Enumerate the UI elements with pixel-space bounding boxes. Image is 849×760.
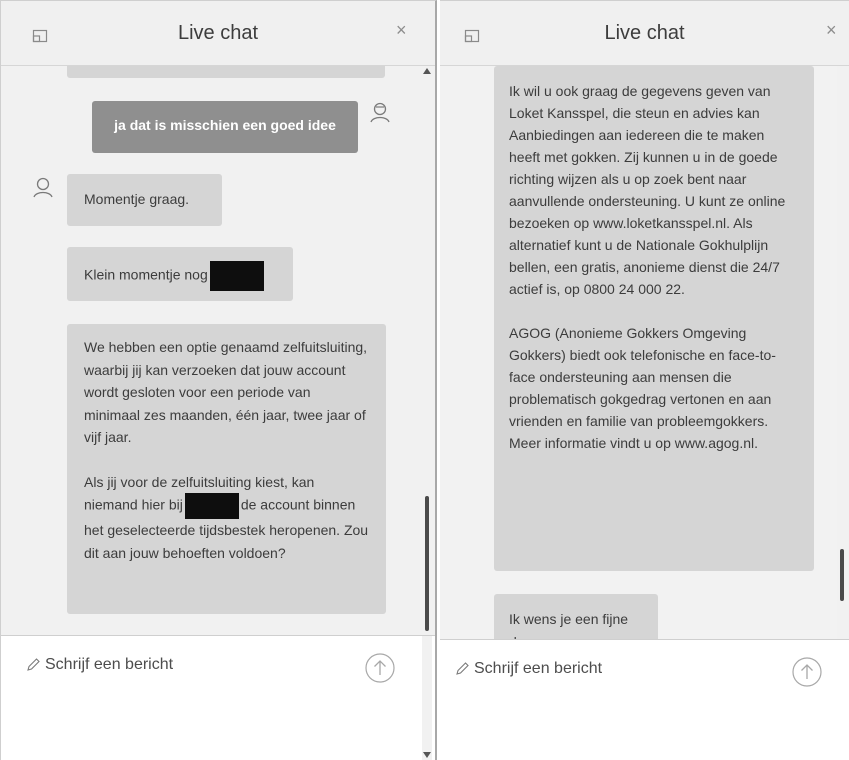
agent-message-bubble: Ik wil u ook graag de gegevens geven van… [494, 66, 814, 571]
agent-message-text: Momentje graag. [84, 191, 190, 207]
scrollbar[interactable] [421, 66, 433, 636]
chat-window-left: Live chat × ja dat is misschien een goed… [0, 0, 437, 760]
agent-message-text: We hebben een optie genaamd zelfuitsluit… [84, 339, 368, 445]
agent-message-text: Klein momentje nog [84, 266, 208, 283]
agent-message-text: Ik wil u ook graag de gegevens geven van… [509, 83, 786, 297]
close-icon[interactable]: × [396, 21, 407, 39]
scrollbar-thumb[interactable] [840, 549, 844, 601]
agent-message-text: AGOG (Anonieme Gokkers Omgeving Gokkers)… [509, 325, 776, 451]
chat-title: Live chat [604, 22, 685, 44]
scrollbar[interactable] [837, 66, 849, 641]
send-arrow-icon[interactable] [792, 657, 822, 687]
user-message-text: ja dat is misschien een goed idee [114, 117, 336, 133]
agent-message-text: Als jij voor de zelfuitsluiting kiest, k… [84, 471, 369, 565]
scroll-down-arrow-icon[interactable] [423, 752, 431, 758]
agent-message-bubble: Klein momentje nog [67, 247, 293, 301]
agent-message-bubble: We hebben een optie genaamd zelfuitsluit… [67, 324, 386, 614]
scrollbar-thumb[interactable] [425, 496, 429, 631]
chat-window-right: Live chat × Ik wil u ook graag de gegeve… [440, 0, 849, 760]
send-arrow-icon[interactable] [365, 653, 395, 683]
user-message-bubble: ja dat is misschien een goed idee [92, 101, 358, 153]
message-input[interactable]: Schrijf een bericht [474, 660, 602, 678]
pencil-icon [456, 662, 469, 675]
chat-title: Live chat [177, 22, 259, 44]
agent-avatar-icon [33, 177, 53, 198]
chat-header: Live chat × [440, 1, 849, 66]
redaction-box [209, 261, 264, 291]
message-input[interactable]: Schrijf een bericht [45, 656, 173, 674]
chat-header: Live chat × [1, 1, 435, 66]
message-composer: Schrijf een bericht [440, 639, 849, 760]
agent-message-bubble: Momentje graag. [67, 174, 222, 226]
pencil-icon [27, 658, 40, 671]
agent-message-text: Ik wens je een fijne dag. [509, 611, 629, 641]
message-list[interactable]: ja dat is misschien een goed idee Moment… [1, 66, 435, 636]
redaction-box [184, 493, 239, 519]
close-icon[interactable]: × [826, 21, 837, 39]
scroll-up-arrow-icon[interactable] [423, 68, 431, 74]
user-avatar-icon [370, 102, 390, 123]
message-composer: Schrijf een bericht [1, 635, 435, 760]
agent-message-bubble [67, 66, 385, 78]
agent-message-bubble: Ik wens je een fijne dag. [494, 594, 658, 641]
message-list[interactable]: Ik wil u ook graag de gegevens geven van… [440, 66, 849, 641]
scrollbar-lower[interactable] [422, 636, 432, 760]
